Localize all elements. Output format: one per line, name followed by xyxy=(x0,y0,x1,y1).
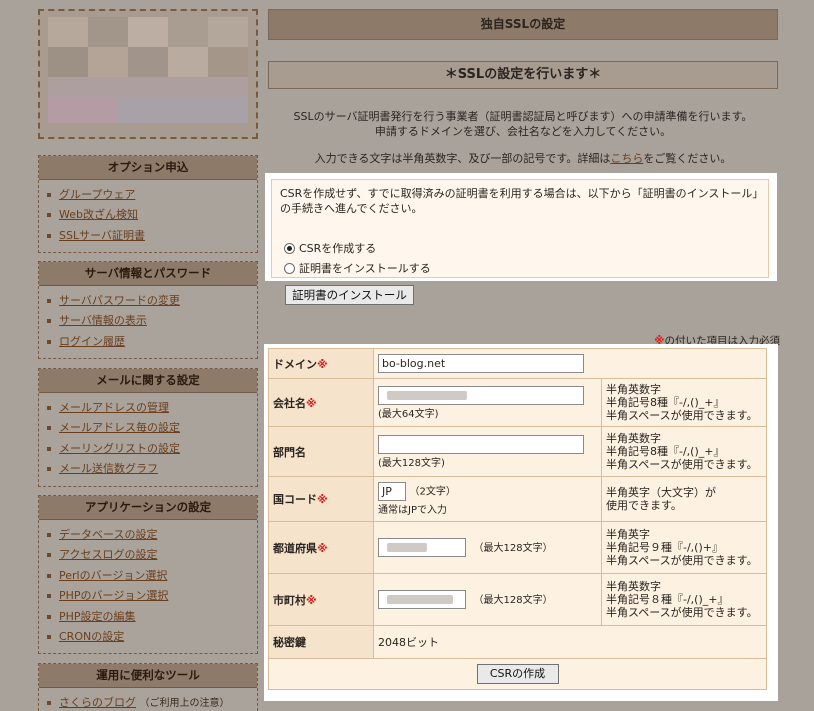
pixelated-profile-image xyxy=(48,47,88,77)
profile-box xyxy=(38,9,258,139)
private-key-label: 秘密鍵 xyxy=(268,625,374,659)
city-input[interactable] xyxy=(378,590,466,609)
sidebar-item-ssl-certificate[interactable]: SSLサーバ証明書 xyxy=(47,226,257,246)
pixelated-profile-image xyxy=(88,47,128,77)
pixelated-profile-image xyxy=(128,47,168,77)
department-input[interactable] xyxy=(378,434,584,454)
department-note: 半角英数字 半角記号8種『-/,()_+』 半角スペースが使用できます。 xyxy=(601,426,767,477)
country-code-input[interactable]: JP xyxy=(378,482,406,501)
row-prefecture: 都道府県※ （最大128文字） 半角英字 半角記号９種『-/,()+』 半角スペース… xyxy=(268,521,767,574)
pixelated-profile-image xyxy=(128,17,168,47)
radio-selected-icon[interactable] xyxy=(284,242,295,254)
sidebar-section-applications: アプリケーションの設定 データベースの設定 アクセスログの設定 Perlのバージ… xyxy=(38,495,258,655)
csr-option-description: CSRを作成せず、すでに取得済みの証明書を利用する場合は、以下から「証明書のイン… xyxy=(280,187,758,215)
company-note: 半角英数字 半角記号8種『-/,()_+』 半角スペースが使用できます。 xyxy=(601,378,767,427)
sidebar-section-title: アプリケーションの設定 xyxy=(39,496,257,520)
allowed-chars-text: 入力できる文字は半角英数字、及び一部の記号です。詳細はこちらをご覧ください。 xyxy=(314,152,732,165)
sidebar-item-web-tamper-detection[interactable]: Web改ざん検知 xyxy=(47,205,257,225)
country-label: 国コード※ xyxy=(268,476,374,522)
company-label: 会社名※ xyxy=(268,378,374,427)
department-hint: (最大128文字) xyxy=(378,457,445,469)
sidebar-item-groupware[interactable]: グループウェア xyxy=(47,185,257,205)
city-label: 市町村※ xyxy=(268,573,374,626)
country-note: 半角英字（大文字）が 使用できます。 xyxy=(601,476,767,522)
sidebar-item-server-info[interactable]: サーバ情報の表示 xyxy=(47,311,257,331)
company-input[interactable] xyxy=(378,385,584,405)
sidebar-item-php-settings[interactable]: PHP設定の編集 xyxy=(47,607,257,627)
details-link[interactable]: こちら xyxy=(610,152,643,165)
sidebar-section-title: サーバ情報とパスワード xyxy=(39,262,257,286)
prefecture-note: 半角英字 半角記号９種『-/,()+』 半角スペースが使用できます。 xyxy=(601,521,767,574)
sidebar-item-mail-addresses[interactable]: メールアドレスの管理 xyxy=(47,398,257,418)
sidebar-section-title: メールに関する設定 xyxy=(39,369,257,393)
company-hint: (最大64文字) xyxy=(378,408,439,420)
pixelated-profile-image xyxy=(118,97,248,123)
city-hint: （最大128文字） xyxy=(473,594,553,606)
sidebar-item-perl-version[interactable]: Perlのバージョン選択 xyxy=(47,566,257,586)
prefecture-hint: （最大128文字） xyxy=(473,542,553,554)
sidebar-section-title: 運用に便利なツール xyxy=(39,664,257,688)
sidebar-section-tools: 運用に便利なツール さくらのブログ （ご利用上の注意） xyxy=(38,663,258,711)
create-csr-button[interactable]: CSRの作成 xyxy=(476,664,559,684)
pixelated-profile-image xyxy=(168,47,208,77)
csr-form: ドメイン※ bo-blog.net 会社名※ (最大64文字) 半角英数字 半角記… xyxy=(264,344,778,701)
pixelated-profile-image xyxy=(168,17,208,47)
sidebar-section-mail: メールに関する設定 メールアドレスの管理 メールアドレス毎の設定 メーリングリス… xyxy=(38,368,258,487)
row-submit: CSRの作成 xyxy=(268,658,767,690)
radio-install-certificate[interactable]: 証明書をインストールする xyxy=(284,259,431,277)
domain-label: ドメイン※ xyxy=(268,348,374,379)
pixelated-profile-image xyxy=(48,77,248,97)
install-certificate-button[interactable]: 証明書のインストール xyxy=(285,285,414,305)
sidebar-item-mailing-list[interactable]: メーリングリストの設定 xyxy=(47,439,257,459)
row-department: 部門名 (最大128文字) 半角英数字 半角記号8種『-/,()_+』 半角スペース… xyxy=(268,426,767,477)
usage-notes-link[interactable]: （ご利用上の注意） xyxy=(140,698,230,709)
radio-unselected-icon[interactable] xyxy=(284,262,295,274)
sidebar-item-access-log[interactable]: アクセスログの設定 xyxy=(47,545,257,565)
csr-option-panel: CSRを作成せず、すでに取得済みの証明書を利用する場合は、以下から「証明書のイン… xyxy=(265,173,777,281)
sidebar-item-login-history[interactable]: ログイン履歴 xyxy=(47,332,257,352)
sidebar-item-sakura-blog[interactable]: さくらのブログ （ご利用上の注意） xyxy=(47,693,257,711)
sidebar-item-database[interactable]: データベースの設定 xyxy=(47,525,257,545)
pixelated-profile-image xyxy=(208,17,248,47)
sidebar-item-mail-send-graph[interactable]: メール送信数グラフ xyxy=(47,459,257,479)
sidebar-item-mail-address-settings[interactable]: メールアドレス毎の設定 xyxy=(47,418,257,438)
page-title: 独自SSLの設定 xyxy=(268,9,778,40)
domain-select[interactable]: bo-blog.net xyxy=(378,354,584,373)
row-company: 会社名※ (最大64文字) 半角英数字 半角記号8種『-/,()_+』 半角スペース… xyxy=(268,378,767,427)
sidebar-section-title: オプション申込 xyxy=(39,156,257,180)
country-hint: （2文字） xyxy=(409,486,456,498)
city-note: 半角英数字 半角記号８種『-/,()_+』 半角スペースが使用できます。 xyxy=(601,573,767,626)
sidebar-item-cron[interactable]: CRONの設定 xyxy=(47,627,257,647)
row-domain: ドメイン※ bo-blog.net xyxy=(268,348,767,379)
intro-text: SSLのサーバ証明書発行を行う事業者（証明書認証局と呼びます）への申請準備を行い… xyxy=(293,110,753,138)
section-title: ＊SSLの設定を行います＊ xyxy=(268,61,778,89)
pixelated-profile-image xyxy=(88,17,128,47)
prefecture-input[interactable] xyxy=(378,538,466,557)
sidebar-section-options: オプション申込 グループウェア Web改ざん検知 SSLサーバ証明書 xyxy=(38,155,258,254)
install-button-area: 証明書のインストール xyxy=(265,281,777,320)
row-city: 市町村※ （最大128文字） 半角英数字 半角記号８種『-/,()_+』 半角スペー… xyxy=(268,573,767,626)
sidebar-section-server-info: サーバ情報とパスワード サーバパスワードの変更 サーバ情報の表示 ログイン履歴 xyxy=(38,261,258,360)
row-private-key: 秘密鍵 2048ビット xyxy=(268,625,767,659)
sidebar-item-change-password[interactable]: サーバパスワードの変更 xyxy=(47,291,257,311)
private-key-value: 2048ビット xyxy=(373,625,767,659)
pixelated-profile-image xyxy=(48,97,118,123)
radio-create-csr[interactable]: CSRを作成する xyxy=(284,239,376,257)
pixelated-profile-image xyxy=(208,47,248,77)
prefecture-label: 都道府県※ xyxy=(268,521,374,574)
country-hint-default: 通常はJPで入力 xyxy=(378,505,447,516)
department-label: 部門名 xyxy=(268,426,374,477)
pixelated-profile-image xyxy=(48,17,88,47)
sidebar-item-php-version[interactable]: PHPのバージョン選択 xyxy=(47,586,257,606)
row-country: 国コード※ JP （2文字） 通常はJPで入力 半角英字（大文字）が 使用できます… xyxy=(268,476,767,522)
